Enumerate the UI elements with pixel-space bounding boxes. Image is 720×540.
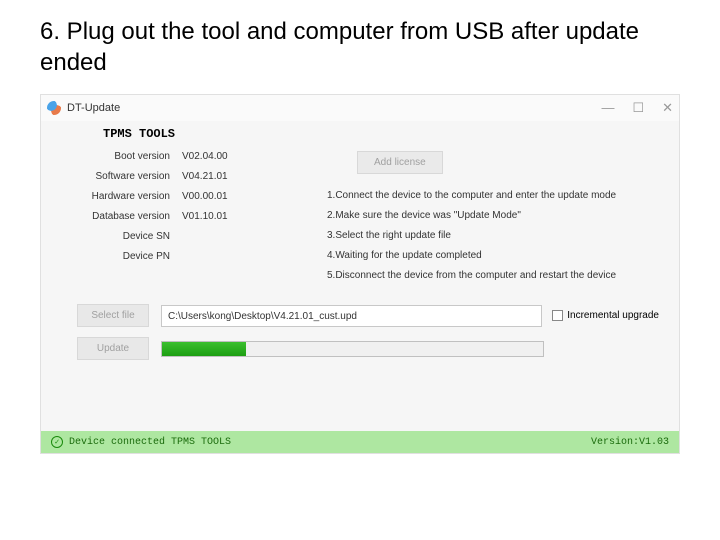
app-window: DT-Update — ☐ ✕ TPMS TOOLS Boot version … — [40, 94, 680, 454]
device-pn-value — [182, 251, 297, 262]
check-circle-icon: ✓ — [51, 436, 63, 448]
instruction-step: 2.Make sure the device was "Update Mode" — [327, 210, 659, 221]
boot-version-label: Boot version — [77, 151, 182, 162]
instructions-list: 1.Connect the device to the computer and… — [327, 190, 659, 281]
incremental-upgrade-label: Incremental upgrade — [567, 310, 659, 321]
maximize-icon[interactable]: ☐ — [632, 100, 644, 116]
boot-version-value: V02.04.00 — [182, 151, 297, 162]
instruction-step: 3.Select the right update file — [327, 230, 659, 241]
select-file-button[interactable]: Select file — [77, 304, 149, 327]
software-version-value: V04.21.01 — [182, 171, 297, 182]
device-sn-label: Device SN — [77, 231, 182, 242]
app-icon — [47, 101, 61, 115]
add-license-button[interactable]: Add license — [357, 151, 443, 174]
checkbox-icon — [552, 310, 563, 321]
progress-fill — [162, 342, 246, 356]
device-pn-label: Device PN — [77, 251, 182, 262]
instruction-step: 4.Waiting for the update completed — [327, 250, 659, 261]
window-controls: — ☐ ✕ — [601, 100, 673, 116]
instruction-step: 1.Connect the device to the computer and… — [327, 190, 659, 201]
update-button[interactable]: Update — [77, 337, 149, 360]
status-version: Version:V1.03 — [591, 437, 669, 448]
slide-instruction: 6. Plug out the tool and computer from U… — [0, 0, 720, 86]
database-version-value: V01.10.01 — [182, 211, 297, 222]
page-title: TPMS TOOLS — [103, 127, 659, 141]
minimize-icon[interactable]: — — [601, 100, 614, 116]
software-version-label: Software version — [77, 171, 182, 182]
database-version-label: Database version — [77, 211, 182, 222]
device-sn-value — [182, 231, 297, 242]
status-text: Device connected TPMS TOOLS — [69, 437, 231, 448]
window-title: DT-Update — [67, 102, 120, 114]
close-icon[interactable]: ✕ — [662, 100, 673, 116]
file-path-input[interactable]: C:\Users\kong\Desktop\V4.21.01_cust.upd — [161, 305, 542, 327]
hardware-version-label: Hardware version — [77, 191, 182, 202]
incremental-upgrade-checkbox[interactable]: Incremental upgrade — [552, 310, 659, 321]
statusbar: ✓ Device connected TPMS TOOLS Version:V1… — [41, 431, 679, 453]
instruction-step: 5.Disconnect the device from the compute… — [327, 270, 659, 281]
device-info: Boot version V02.04.00 Software version … — [77, 151, 297, 290]
progress-bar — [161, 341, 544, 357]
hardware-version-value: V00.00.01 — [182, 191, 297, 202]
titlebar: DT-Update — ☐ ✕ — [41, 95, 679, 121]
